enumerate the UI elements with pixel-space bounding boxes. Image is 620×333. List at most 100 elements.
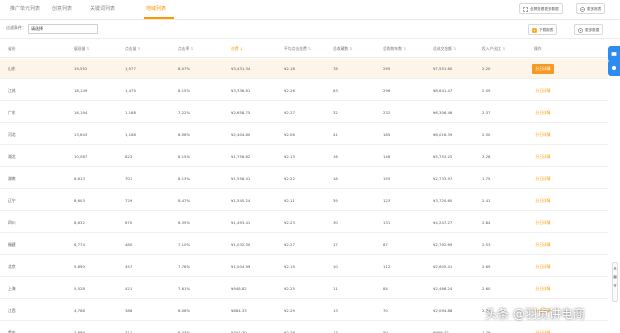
cell-impressions: 8,632: [74, 220, 85, 225]
daily-detail-button[interactable]: 分日详情: [533, 328, 553, 333]
daily-detail-button[interactable]: 分日详情: [533, 240, 553, 250]
cell-impressions: 13,643: [74, 132, 88, 137]
watermark: 头条 @羽贞讲电商: [485, 307, 585, 321]
cell-gmv: ¥8,641.47: [433, 88, 453, 93]
cell-ctr: 8.15%: [178, 88, 191, 93]
download-report-label: 下载报表: [539, 28, 554, 32]
side-float-button-2[interactable]: [608, 60, 620, 76]
scroll-control[interactable]: ▲ ■ ▼: [612, 262, 618, 302]
cell-province: 湖北: [8, 154, 16, 159]
cell-clicks: 670: [125, 220, 133, 225]
cell-avg-cpc: ¥2.27: [284, 242, 295, 247]
cell-ctr: 8.47%: [178, 198, 191, 203]
table-row: 山东 19,552 1,577 8.07% ¥3,431.34 ¥2.18 78 295 ¥7,…: [0, 59, 608, 79]
scroll-up-icon[interactable]: ▲: [613, 263, 617, 272]
cell-clicks: 457: [125, 264, 133, 269]
cell-impressions: 10,087: [74, 154, 88, 159]
fullscreen-more-button[interactable]: 全屏查看更多数据: [519, 3, 563, 14]
cell-impressions: 5,528: [74, 286, 85, 291]
cell-impressions: 16,194: [74, 110, 88, 115]
cell-roi: 2.50: [482, 132, 491, 137]
download-report-button[interactable]: 下载报表: [528, 24, 558, 35]
download-icon: [531, 27, 537, 33]
col-favorites[interactable]: 总收藏数⇅: [333, 46, 352, 52]
col-impressions[interactable]: 展现量⇅: [74, 46, 90, 52]
filter-label: 过滤条件：: [6, 25, 26, 30]
message-icon: [611, 52, 617, 56]
cell-cost: ¥1,558.41: [231, 176, 251, 181]
cell-impressions: 4,788: [74, 308, 85, 313]
cell-clicks: 1,479: [125, 88, 136, 93]
cell-roi: 2.69: [482, 264, 491, 269]
daily-detail-button[interactable]: 分日详情: [532, 64, 554, 74]
cell-favorites: 16: [333, 154, 338, 159]
tab-region-list[interactable]: 地域列表: [146, 3, 166, 15]
cell-avg-cpc: ¥2.11: [284, 198, 295, 203]
cell-roi: 2.37: [482, 110, 491, 115]
col-province[interactable]: 省份: [8, 46, 16, 52]
tab-keyword-list[interactable]: 关键词列表: [90, 3, 115, 15]
daily-detail-button[interactable]: 分日详情: [533, 196, 553, 206]
scroll-mid-icon[interactable]: ■: [613, 272, 617, 281]
cell-ctr: 7.22%: [178, 110, 191, 115]
cell-impressions: 8,613: [74, 176, 85, 181]
daily-detail-button[interactable]: 分日详情: [533, 262, 553, 272]
col-cart[interactable]: 总购物车数⇅: [383, 46, 406, 52]
cell-cost: ¥1,032.30: [231, 242, 251, 247]
active-tab-indicator: [144, 17, 174, 19]
cell-cost: ¥3,431.34: [231, 66, 251, 71]
scroll-down-icon[interactable]: ▼: [613, 281, 617, 290]
daily-detail-button[interactable]: 分日详情: [533, 174, 553, 184]
daily-detail-button[interactable]: 分日详情: [533, 152, 553, 162]
cell-ctr: 8.07%: [178, 66, 191, 71]
cell-favorites: 10: [333, 264, 338, 269]
filter-select[interactable]: 请选择: [28, 24, 98, 34]
cell-roi: 2.53: [482, 242, 491, 247]
more-icon: [577, 27, 583, 33]
cell-favorites: 63: [333, 88, 338, 93]
table-row: 湖南 8,613 701 8.13% ¥1,558.41 ¥2.22 18 155 ¥2,733…: [0, 169, 608, 189]
daily-detail-button[interactable]: 分日详情: [533, 86, 553, 96]
cell-favorites: 13: [333, 308, 338, 313]
col-cost[interactable]: 花费↓: [231, 46, 243, 52]
table-row: 河北 13,643 1,168 8.56% ¥2,404.80 ¥2.06 41 185 ¥6,…: [0, 125, 608, 145]
cell-favorites: 11: [333, 286, 338, 291]
col-avg-cpc[interactable]: 平均点击花费⇅: [284, 46, 311, 52]
more-reports-button[interactable]: 更多报表: [576, 3, 606, 14]
daily-detail-button[interactable]: 分日详情: [533, 108, 553, 118]
table-row: 上海 5,528 421 7.61% ¥948.82 ¥2.25 11 84 ¥2,466.24…: [0, 279, 608, 299]
col-ctr[interactable]: 点击率⇅: [178, 46, 194, 52]
cell-province: 河北: [8, 132, 16, 137]
daily-detail-button[interactable]: 分日详情: [533, 130, 553, 140]
daily-detail-button[interactable]: 分日详情: [533, 218, 553, 228]
cell-ctr: 8.06%: [178, 308, 191, 313]
tab-unit-list[interactable]: 推广单元列表: [10, 3, 40, 15]
cell-favorites: 39: [333, 198, 338, 203]
more-data-button[interactable]: 更多数据: [574, 24, 604, 35]
col-clicks[interactable]: 点击量⇅: [125, 46, 141, 52]
more-data-label: 更多数据: [585, 28, 600, 32]
daily-detail-button[interactable]: 分日详情: [533, 284, 553, 294]
col-gmv[interactable]: 总成交金额⇅: [433, 46, 456, 52]
cell-gmv: ¥3,720.60: [433, 198, 453, 203]
cell-cost: ¥1,493.41: [231, 220, 251, 225]
tab-creative-list[interactable]: 创意列表: [52, 3, 72, 15]
cell-province: 江苏: [8, 88, 16, 93]
cell-cart: 155: [383, 176, 391, 181]
col-roi[interactable]: 投入产出比⇅: [482, 46, 505, 52]
cell-cart: 146: [383, 154, 391, 159]
cell-impressions: 8,603: [74, 198, 85, 203]
cell-ctr: 8.13%: [178, 176, 191, 181]
cell-gmv: ¥6,016.39: [433, 132, 453, 137]
fullscreen-more-label: 全屏查看更多数据: [530, 7, 559, 11]
cell-gmv: ¥2,733.97: [433, 176, 453, 181]
cell-clicks: 823: [125, 154, 133, 159]
cell-cost: ¥3,336.81: [231, 88, 251, 93]
cell-cart: 123: [383, 198, 391, 203]
table-row: 湖北 10,087 823 8.15% ¥1,756.62 ¥2.13 16 146 ¥5,75…: [0, 147, 608, 167]
filter-bar: 过滤条件： 请选择 下载报表 更多数据: [0, 20, 620, 39]
cell-province: 江西: [8, 308, 16, 313]
cell-gmv: ¥2,094.88: [433, 308, 453, 313]
cell-avg-cpc: ¥2.13: [284, 154, 295, 159]
cell-province: 山东: [8, 66, 16, 71]
